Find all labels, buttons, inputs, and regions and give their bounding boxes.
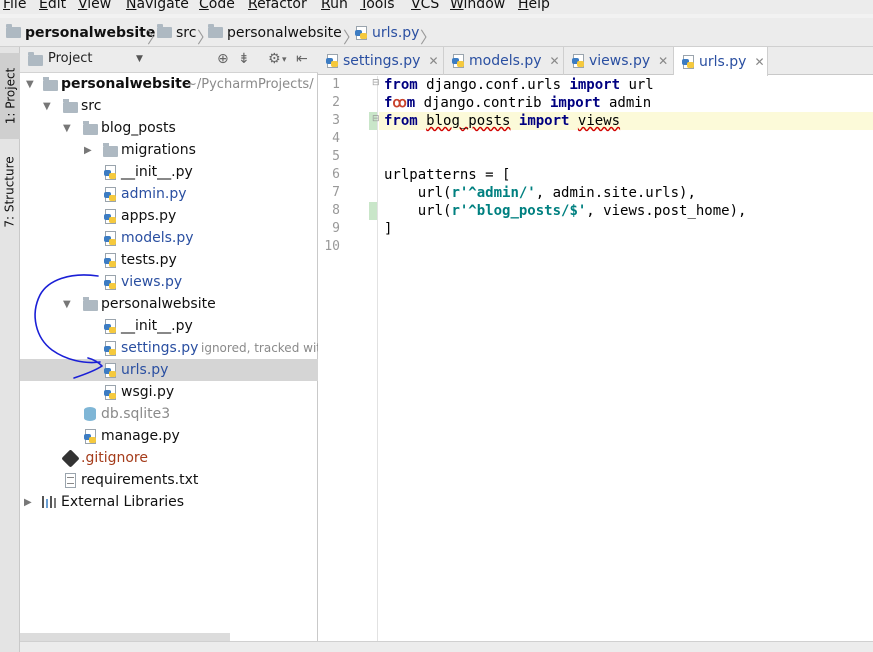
code-line-8[interactable]: url(r'^blog_posts/$', views.post_home), xyxy=(384,202,747,220)
line-number: 8 xyxy=(332,203,340,218)
line-number: 4 xyxy=(332,131,340,146)
tab-models[interactable]: models.py ✕ xyxy=(444,47,564,75)
line-number: 9 xyxy=(332,221,340,236)
line-number: 2 xyxy=(332,95,340,110)
close-icon[interactable]: ✕ xyxy=(428,54,438,68)
code-line-3[interactable]: from blog_posts import views xyxy=(379,112,873,130)
intention-bulb-icon[interactable]: ꝏ xyxy=(392,95,406,111)
python-file-icon xyxy=(682,54,695,69)
line-number: 6 xyxy=(332,167,340,182)
code-line-9[interactable]: ] xyxy=(384,220,392,238)
code-line-2[interactable]: fꝏm django.contrib import admin xyxy=(384,94,651,112)
tab-settings[interactable]: settings.py ✕ xyxy=(318,47,444,75)
vcs-change-marker[interactable] xyxy=(369,202,377,220)
status-bar xyxy=(20,641,873,652)
line-number: 1 xyxy=(332,77,340,92)
line-number: 5 xyxy=(332,149,340,164)
editor-tab-bar: settings.py ✕ models.py ✕ views.py ✕ url… xyxy=(318,47,873,76)
line-number: 3 xyxy=(332,113,340,128)
python-file-icon xyxy=(572,54,585,68)
line-number: 10 xyxy=(324,239,340,254)
tab-views[interactable]: views.py ✕ xyxy=(564,47,674,75)
python-file-icon xyxy=(452,54,465,68)
code-line-7[interactable]: url(r'^admin/', admin.site.urls), xyxy=(384,184,696,202)
close-icon[interactable]: ✕ xyxy=(550,54,560,68)
editor-area: settings.py ✕ models.py ✕ views.py ✕ url… xyxy=(318,47,873,652)
code-line-6[interactable]: urlpatterns = [ xyxy=(384,166,510,184)
python-file-icon xyxy=(326,54,339,68)
close-icon[interactable]: ✕ xyxy=(754,55,764,69)
tab-urls[interactable]: urls.py ✕ xyxy=(674,47,768,76)
line-number: 7 xyxy=(332,185,340,200)
fold-icon[interactable]: ⊟ xyxy=(372,78,380,88)
code-line-1[interactable]: from django.conf.urls import url xyxy=(384,76,654,94)
editor-gutter[interactable]: 1 2 3 4 5 6 7 8 9 10 ⊟ ⊟ xyxy=(318,76,380,652)
close-icon[interactable]: ✕ xyxy=(658,54,668,68)
